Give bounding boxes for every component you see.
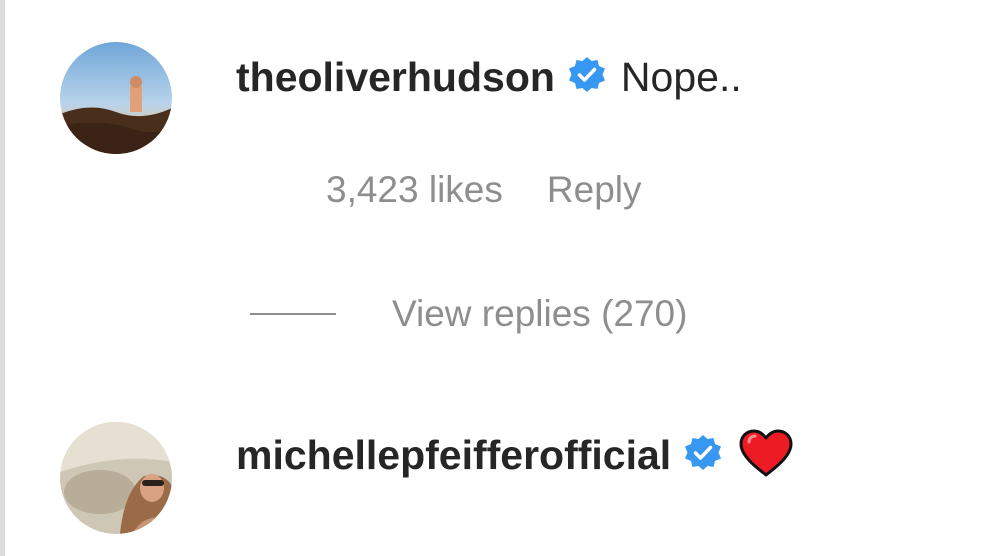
username-link[interactable]: theoliverhudson <box>236 54 555 101</box>
verified-badge-icon <box>683 433 723 478</box>
comment-1-line: theoliverhudson Nope.. <box>236 52 742 102</box>
avatar-michellepfeifferofficial[interactable] <box>60 422 172 534</box>
avatar-image <box>60 42 172 154</box>
username-link[interactable]: michellepfeifferofficial <box>236 432 671 479</box>
comment-text: Nope.. <box>620 53 742 100</box>
comment-1-meta: 3,423 likes Reply <box>326 168 642 212</box>
avatar-theoliverhudson[interactable] <box>60 42 172 154</box>
comments-panel: theoliverhudson Nope.. 3,423 likes Reply… <box>0 0 1000 556</box>
view-replies-label: View replies (270) <box>392 293 688 334</box>
heart-emoji-icon <box>737 428 795 483</box>
panel-border <box>0 0 5 556</box>
verified-badge-icon <box>567 55 607 100</box>
reply-button[interactable]: Reply <box>547 169 642 211</box>
likes-count[interactable]: 3,423 likes <box>326 169 503 211</box>
comment-2-meta-partial <box>236 540 571 556</box>
view-replies-button[interactable]: View replies (270) <box>250 292 687 336</box>
comment-2-line: michellepfeifferofficial <box>236 428 795 483</box>
avatar-image <box>60 422 172 534</box>
replies-divider <box>250 313 336 315</box>
